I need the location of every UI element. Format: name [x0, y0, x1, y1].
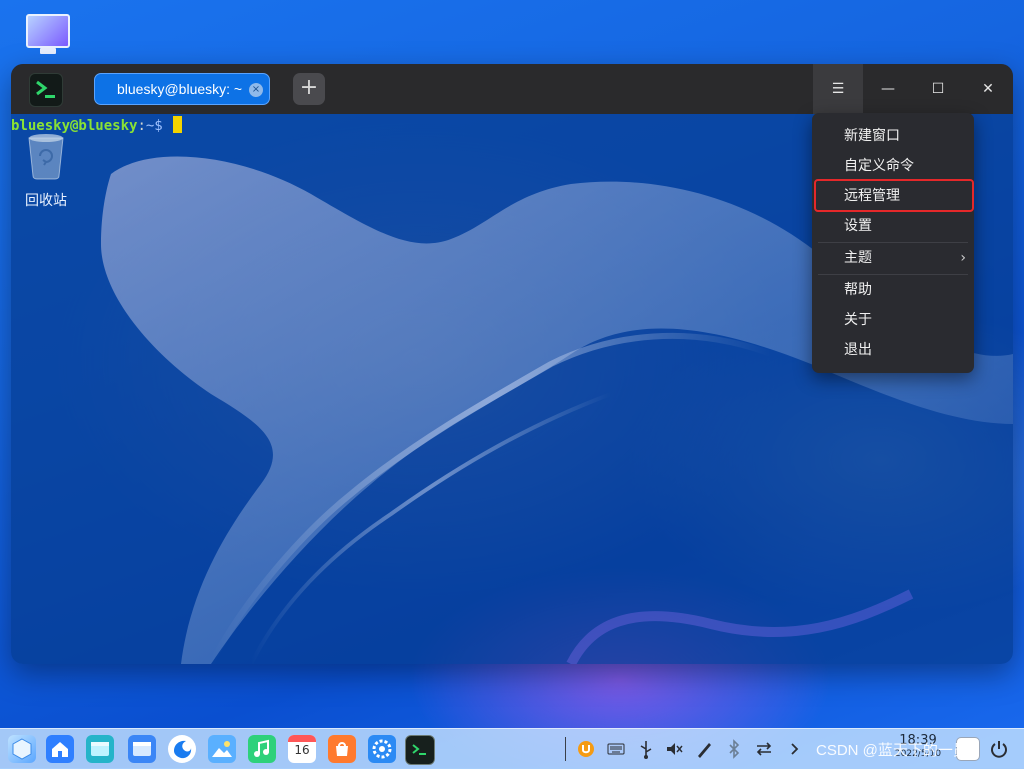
- browser-window-icon[interactable]: [128, 735, 156, 763]
- app-store-icon[interactable]: [328, 735, 356, 763]
- watermark-text: CSDN @蓝天下的一员: [816, 742, 968, 759]
- context-menu: 新建窗口 自定义命令 远程管理 设置 主题 › 帮助 关于 退出: [812, 113, 974, 373]
- calendar-day: 16: [294, 743, 310, 757]
- menu-item-custom-commands[interactable]: 自定义命令: [812, 151, 974, 181]
- minimize-button[interactable]: —: [863, 64, 913, 114]
- file-manager-icon[interactable]: [86, 735, 114, 763]
- prompt-separator: :: [137, 118, 146, 134]
- menu-item-theme[interactable]: 主题 ›: [812, 243, 974, 273]
- chevron-right-icon: ›: [960, 250, 966, 266]
- maximize-button[interactable]: ☐: [913, 64, 963, 114]
- menu-item-exit[interactable]: 退出: [812, 335, 974, 365]
- keyboard-icon[interactable]: [606, 737, 626, 761]
- menu-item-theme-label: 主题: [844, 250, 872, 266]
- chevron-right-icon[interactable]: [784, 737, 804, 761]
- tray-divider: [565, 737, 566, 761]
- calendar-icon[interactable]: 16: [288, 735, 316, 763]
- tab-label: bluesky@bluesky: ~: [117, 81, 243, 97]
- close-button[interactable]: ✕: [963, 64, 1013, 114]
- new-tab-button[interactable]: +: [293, 73, 325, 105]
- tab-terminal-session[interactable]: bluesky@bluesky: ~ ×: [94, 73, 270, 105]
- home-icon[interactable]: [46, 735, 74, 763]
- menu-item-new-window[interactable]: 新建窗口: [812, 121, 974, 151]
- computer-stand-shape: [40, 48, 56, 54]
- menu-item-about[interactable]: 关于: [812, 305, 974, 335]
- volume-muted-icon[interactable]: [664, 737, 684, 761]
- tab-close-icon[interactable]: ×: [249, 83, 263, 97]
- computer-screen-shape: [26, 14, 70, 48]
- power-icon[interactable]: [988, 739, 1010, 759]
- terminal-app-icon: [29, 73, 63, 107]
- menu-item-settings[interactable]: 设置: [812, 211, 974, 241]
- bluetooth-icon[interactable]: [724, 737, 744, 761]
- pen-icon[interactable]: [694, 737, 714, 761]
- settings-icon[interactable]: [368, 735, 396, 763]
- computer-desktop-icon[interactable]: [22, 12, 72, 56]
- highlight-annotation-box: [814, 179, 974, 212]
- launcher-icon[interactable]: [8, 735, 36, 763]
- prompt-path: ~$: [145, 118, 163, 134]
- text-cursor: [173, 116, 183, 133]
- usb-icon[interactable]: [636, 737, 656, 761]
- image-viewer-icon[interactable]: [208, 735, 236, 763]
- terminal-icon[interactable]: [405, 735, 435, 765]
- menu-item-help[interactable]: 帮助: [812, 275, 974, 305]
- menu-button[interactable]: ☰: [813, 64, 863, 114]
- trash-label: 回收站: [25, 193, 67, 209]
- trash-icon[interactable]: [25, 132, 67, 180]
- title-bar[interactable]: bluesky@bluesky: ~ × + ☰ — ☐ ✕: [11, 64, 1013, 114]
- browser-icon[interactable]: [168, 735, 196, 763]
- network-icon[interactable]: [754, 737, 774, 761]
- music-icon[interactable]: [248, 735, 276, 763]
- onboard-icon[interactable]: [576, 737, 596, 761]
